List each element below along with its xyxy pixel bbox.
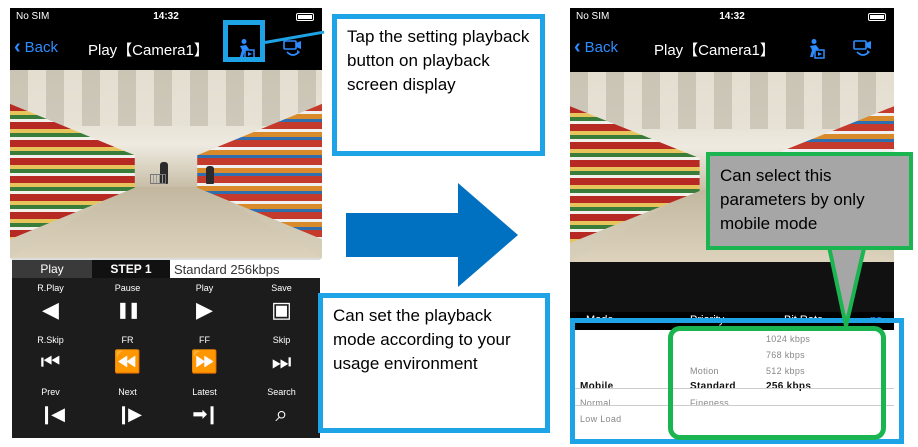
navigation-bar: ‹ Back Play【Camera1】 [570, 28, 894, 70]
camera-switch-icon [853, 40, 871, 56]
prev-button[interactable]: Prev ❙◀ [12, 384, 89, 436]
quality-indicator[interactable]: Standard 256kbps [170, 260, 320, 278]
control-label: Prev [41, 387, 60, 397]
control-label: FF [199, 335, 210, 345]
callout-playback-mode: Can set the playback mode according to y… [318, 293, 550, 433]
control-label: Search [267, 387, 296, 397]
tab-play[interactable]: Play [12, 260, 92, 278]
playback-settings-icon [810, 39, 825, 59]
skip-button[interactable]: Skip ⏭ [243, 332, 320, 384]
fast-rewind-icon: ⏪ [113, 349, 142, 374]
playback-control-panel: Play STEP 1 Standard 256kbps R.Play ◀ Paus… [10, 258, 322, 440]
status-time: 14:32 [719, 11, 745, 22]
play-button[interactable]: Play ▶ [166, 280, 243, 332]
camera-switch-icon [283, 40, 301, 56]
r-skip-button[interactable]: R.Skip ⏮ [12, 332, 89, 384]
r-play-button[interactable]: R.Play ◀ [12, 280, 89, 332]
battery-icon [868, 13, 886, 21]
save-button[interactable]: Save ▣ [243, 280, 320, 332]
page-title: Play【Camera1】 [88, 42, 209, 59]
next-frame-icon: ❙▶ [116, 403, 142, 424]
control-label: Pause [114, 283, 141, 293]
navigation-bar: ‹ Back Play【Camera1】 [10, 28, 322, 70]
latest-icon: ➡❙ [192, 403, 219, 424]
status-bar: No SIM 14:32 [570, 8, 894, 26]
camera-video-frame [10, 70, 322, 258]
search-button[interactable]: Search ⌕ [243, 384, 320, 436]
pause-icon: ❚❚ [116, 302, 141, 319]
control-label: Latest [192, 387, 217, 397]
playback-controls-grid: R.Play ◀ Pause ❚❚ Play ▶ Save ▣ R.Skip ⏮ FR ⏪ FF ⏩ Ski… [12, 280, 320, 436]
back-label: Back [24, 38, 59, 56]
reverse-play-icon: ◀ [42, 297, 59, 322]
chevron-left-icon: ‹ [574, 36, 581, 58]
battery-icon [296, 13, 314, 21]
pause-button[interactable]: Pause ❚❚ [89, 280, 166, 332]
callout-settings-button: Tap the setting playback button on playb… [332, 14, 545, 156]
fr-button[interactable]: FR ⏪ [89, 332, 166, 384]
next-button[interactable]: Next ❙▶ [89, 384, 166, 436]
previous-frame-icon: ❙◀ [39, 403, 65, 424]
fast-forward-icon: ⏩ [190, 349, 219, 374]
search-icon: ⌕ [275, 401, 288, 426]
control-label: Play [195, 283, 214, 293]
skip-back-icon: ⏮ [40, 349, 61, 374]
back-button[interactable]: ‹ Back [574, 36, 619, 58]
camera-switch-button[interactable] [848, 34, 878, 64]
control-label: Save [271, 283, 292, 293]
playback-settings-button[interactable] [800, 34, 830, 64]
control-label: FR [121, 335, 134, 345]
latest-button[interactable]: Latest ➡❙ [166, 384, 243, 436]
mobile-params-highlight-box [668, 326, 886, 440]
status-time: 14:32 [153, 11, 179, 22]
chevron-left-icon: ‹ [14, 36, 21, 58]
status-bar: No SIM 14:32 [10, 8, 322, 26]
control-label: R.Play [37, 283, 64, 293]
ff-button[interactable]: FF ⏩ [166, 332, 243, 384]
callout-mobile-only: Can select this parameters by only mobil… [706, 152, 913, 250]
settings-button-highlight [223, 20, 265, 62]
control-label: Next [118, 387, 137, 397]
control-label: Skip [272, 335, 291, 345]
skip-forward-icon: ⏭ [271, 349, 292, 374]
arrow-right-icon [346, 183, 518, 287]
left-phone-screen: No SIM 14:32 ‹ Back Play【Camera1】 Play S… [10, 8, 322, 440]
control-label: R.Skip [37, 335, 64, 345]
tab-step[interactable]: STEP 1 [92, 260, 170, 278]
page-title: Play【Camera1】 [654, 42, 775, 59]
camera-icon: ▣ [271, 297, 292, 322]
back-label: Back [584, 38, 619, 56]
play-icon: ▶ [196, 297, 213, 322]
back-button[interactable]: ‹ Back [14, 36, 59, 58]
